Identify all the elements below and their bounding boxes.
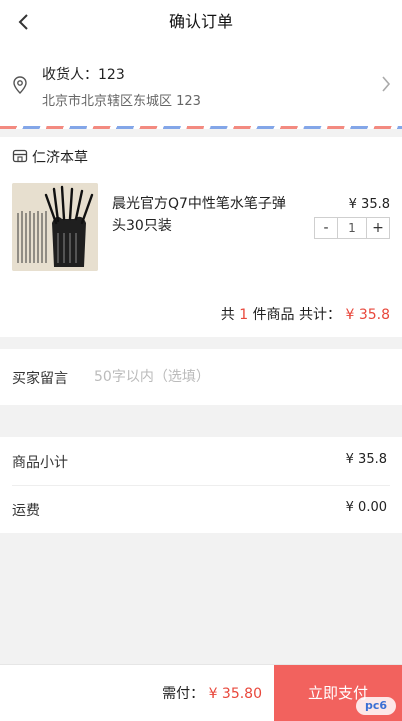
cost-breakdown: 商品小计 ¥ 35.8 运费 ¥ 0.00 bbox=[0, 437, 402, 533]
checkout-bar: 需付： ¥ 35.80 立即支付 pc6 bbox=[0, 664, 402, 721]
chevron-right-icon[interactable] bbox=[380, 74, 392, 94]
page-title: 确认订单 bbox=[168, 12, 233, 31]
address-detail: 北京市北京辖区东城区 123 bbox=[42, 94, 201, 109]
amount-due-value: ¥ 35.80 bbox=[208, 686, 262, 702]
quantity-value[interactable]: 1 bbox=[337, 218, 367, 238]
buyer-message-row: 买家留言 bbox=[0, 349, 402, 405]
subtotal-label: 商品小计 bbox=[12, 455, 68, 471]
store-icon bbox=[12, 149, 28, 163]
recipient-name: 收货人：123 bbox=[42, 67, 125, 83]
address-card[interactable]: 收货人：123 北京市北京辖区东城区 123 bbox=[0, 44, 402, 128]
decrease-quantity-button[interactable]: - bbox=[315, 218, 337, 238]
subtotal-value: ¥ 35.8 bbox=[345, 452, 387, 467]
buyer-message-input[interactable] bbox=[92, 359, 394, 395]
amount-due-label: 需付： bbox=[162, 686, 205, 702]
shop-card: 仁济本草 晨光官方Q7中性笔水笔子弹头30只装 ¥ 35.8 - 1 + 共 1… bbox=[0, 137, 402, 337]
product-thumbnail[interactable] bbox=[12, 183, 98, 271]
increase-quantity-button[interactable]: + bbox=[367, 218, 389, 238]
amount-due: 需付： ¥ 35.80 bbox=[162, 683, 262, 703]
shipping-label: 运费 bbox=[12, 503, 40, 519]
watermark-logo: pc6 bbox=[356, 697, 396, 715]
quantity-stepper: - 1 + bbox=[314, 217, 390, 239]
shipping-value: ¥ 0.00 bbox=[345, 500, 387, 515]
order-summary: 共 1 件商品 共计： ¥ 35.8 bbox=[221, 304, 390, 324]
shop-name: 仁济本草 bbox=[32, 150, 88, 166]
summary-prefix: 共 bbox=[220, 307, 235, 323]
pen-product-image bbox=[12, 183, 98, 271]
summary-middle: 件商品 共计： bbox=[252, 307, 342, 323]
envelope-stripe-divider bbox=[0, 126, 402, 129]
product-price: ¥ 35.8 bbox=[348, 197, 390, 212]
summary-total: ¥ 35.8 bbox=[345, 307, 390, 323]
summary-count: 1 bbox=[239, 307, 249, 323]
shipping-row: 运费 ¥ 0.00 bbox=[0, 485, 402, 533]
buyer-message-label: 买家留言 bbox=[12, 371, 68, 387]
product-title[interactable]: 晨光官方Q7中性笔水笔子弹头30只装 bbox=[112, 193, 292, 237]
location-pin-icon bbox=[13, 76, 27, 94]
header-bar: 确认订单 bbox=[0, 0, 402, 44]
subtotal-row: 商品小计 ¥ 35.8 bbox=[0, 437, 402, 486]
